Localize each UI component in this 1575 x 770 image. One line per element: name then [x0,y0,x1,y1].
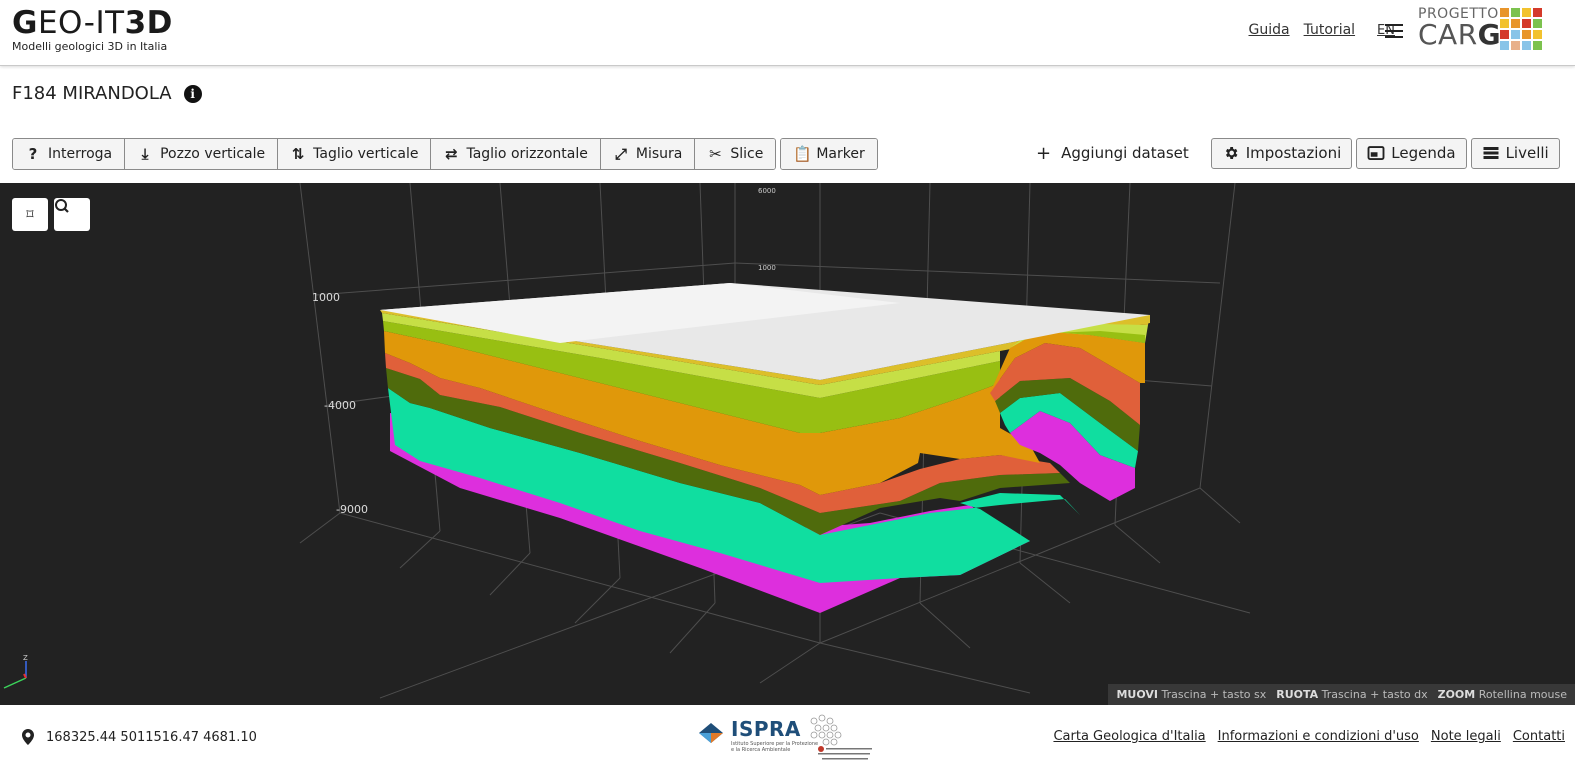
question-icon: ? [28,145,38,163]
add-dataset-button[interactable]: + Aggiungi dataset [1034,143,1207,164]
legenda-button[interactable]: Legenda [1356,137,1467,169]
ispra-logo[interactable]: ISPRA Istituto Superiore per la Protezio… [697,717,818,753]
plus-icon: + [1036,142,1052,164]
controls-hint: MUOVI Trascina + tasto sx RUOTA Trascina… [1108,684,1575,705]
horizontal-arrows-icon: ⇄ [445,145,458,163]
picture-in-picture-icon [1367,146,1385,160]
contacts-link[interactable]: Contatti [1513,729,1565,744]
impostazioni-button[interactable]: Impostazioni [1210,137,1353,169]
zoom-search-button[interactable] [54,198,90,231]
carta-geologica-link[interactable]: Carta Geologica d'Italia [1053,729,1205,744]
interroga-button[interactable]: ? Interroga [13,139,126,169]
axes-gizmo: Z [3,654,28,689]
pozzo-label: Pozzo verticale [160,146,266,162]
focus-frame-icon: ⌑ [26,206,34,223]
download-arrow-icon: ⤓ [141,145,149,163]
info-conditions-link[interactable]: Informazioni e condizioni d'uso [1218,729,1419,744]
measure-diagonal-icon: ⤢ [614,145,627,163]
coordinates-text: 168325.44 5011516.47 4681.10 [46,729,257,745]
header: GEO-IT3D Modelli geologici 3D in Italia … [0,0,1575,66]
logo-3d: 3D [124,5,173,41]
guida-link[interactable]: Guida [1249,22,1290,38]
misura-button[interactable]: ⤢ Misura [600,139,696,169]
marker-button[interactable]: 📋 Marker [781,139,877,169]
top-links: Guida Tutorial EN [1249,22,1396,38]
taglio-orizzontale-button[interactable]: ⇄ Taglio orizzontale [431,139,601,169]
hint-zoom: ZOOM Rotellina mouse [1437,688,1567,701]
info-icon[interactable]: i [183,84,202,103]
slice-button[interactable]: ✂ Slice [695,139,776,169]
clipboard-edit-icon: 📋 [793,145,813,163]
interroga-label: Interroga [48,146,113,162]
snpa-logo[interactable] [804,713,879,761]
tool-toolbar: ? Interroga ⤓ Pozzo verticale ⇅ Taglio vert… [12,138,878,170]
taglio-v-label: Taglio verticale [313,146,419,162]
add-dataset-label: Aggiungi dataset [1061,144,1189,162]
scissors-icon: ✂ [709,145,722,163]
ispra-emblem-icon [699,723,723,743]
menu-icon[interactable] [1385,24,1403,38]
tutorial-link[interactable]: Tutorial [1304,22,1355,38]
logo-subtitle: Modelli geologici 3D in Italia [12,40,168,53]
taglio-verticale-button[interactable]: ⇅ Taglio verticale [278,139,432,169]
coordinates-readout: 168325.44 5011516.47 4681.10 [22,729,257,745]
location-pin-icon [22,729,34,745]
slice-label: Slice [730,146,764,162]
impostazioni-label: Impostazioni [1245,144,1342,162]
livelli-button[interactable]: Livelli [1470,137,1560,169]
legenda-label: Legenda [1391,144,1456,162]
hint-move: MUOVI Trascina + tasto sx [1116,688,1267,701]
tool-group: ? Interroga ⤓ Pozzo verticale ⇅ Taglio vert… [12,138,777,170]
carg-logo: PROGETTO CARG [1418,6,1542,50]
fit-view-button[interactable]: ⌑ [12,198,48,231]
vertical-arrows-icon: ⇅ [291,145,305,163]
footer-links: Carta Geologica d'Italia Informazioni e … [1053,729,1565,744]
livelli-label: Livelli [1505,144,1549,162]
layers-icon [1483,147,1499,159]
right-toolbar: + Aggiungi dataset Impostazioni Legenda L… [1034,137,1560,169]
app-logo[interactable]: GEO-IT3D Modelli geologici 3D in Italia [12,6,173,53]
pozzo-verticale-button[interactable]: ⤓ Pozzo verticale [125,139,279,169]
footer: 168325.44 5011516.47 4681.10 ISPRA Istit… [0,705,1575,770]
title-row: F184 MIRANDOLA i [12,83,202,104]
3d-viewer[interactable]: 1000 -4000 -9000 6000 1000 Z ⌑ MUOVI Tra… [0,183,1575,705]
zoom-search-icon [55,199,69,213]
axis-label-back-mid: 1000 [758,264,776,272]
logo-text: EO-IT [37,5,125,41]
axis-label-left-bottom: -9000 [336,503,368,516]
carg-bold: G [1477,18,1502,51]
carg-light: CAR [1418,18,1478,51]
taglio-o-label: Taglio orizzontale [466,146,588,162]
logo-letter: G [12,5,38,41]
legal-notes-link[interactable]: Note legali [1431,729,1501,744]
3d-scene[interactable]: 1000 -4000 -9000 6000 1000 Z [0,183,1575,705]
logo-title: GEO-IT3D [12,6,173,40]
misura-label: Misura [635,146,683,162]
page-title: F184 MIRANDOLA [12,83,172,104]
gear-icon [1225,147,1238,159]
carg-main-text: CARG [1418,21,1501,49]
carg-color-grid [1500,8,1542,50]
gizmo-z-label: Z [23,654,28,662]
marker-group: 📋 Marker [780,138,878,170]
axis-label-left-top: 1000 [312,291,340,304]
hint-rotate: RUOTA Trascina + tasto dx [1276,688,1428,701]
marker-label: Marker [816,146,865,162]
axis-label-left-mid: -4000 [324,399,356,412]
axis-label-back-top: 6000 [758,187,776,195]
